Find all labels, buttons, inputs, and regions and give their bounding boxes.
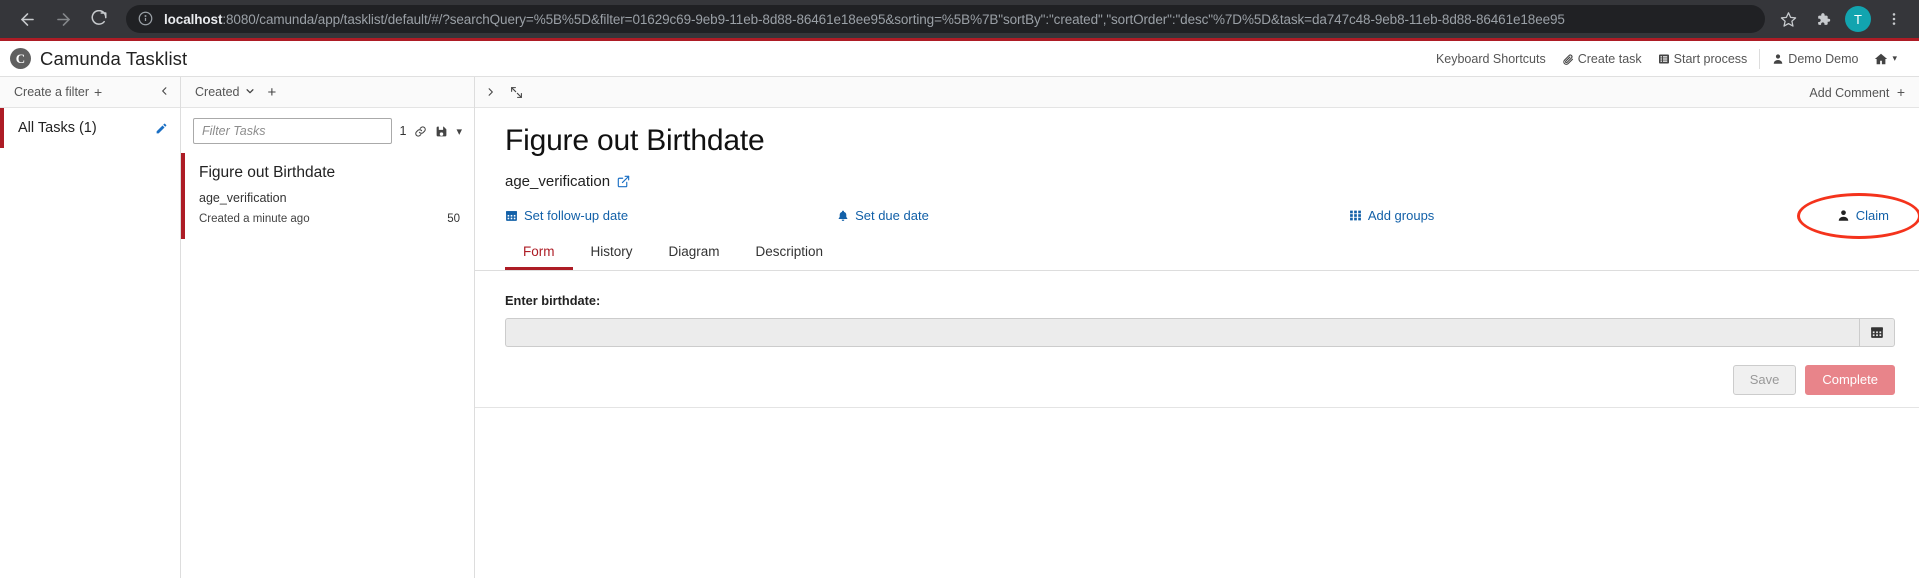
task-filter-row: 1 ▾ xyxy=(181,108,474,153)
create-filter-label[interactable]: Create a filter xyxy=(14,85,89,99)
sort-label[interactable]: Created xyxy=(195,85,239,99)
complete-button[interactable]: Complete xyxy=(1805,364,1895,395)
reload-icon[interactable] xyxy=(82,2,116,36)
set-due-date-label: Set due date xyxy=(855,207,929,223)
plus-icon: + xyxy=(1896,84,1905,100)
link-icon[interactable] xyxy=(414,125,427,138)
save-filter-icon[interactable] xyxy=(435,125,448,138)
list-item[interactable]: Figure out Birthdate age_verification Cr… xyxy=(181,153,474,239)
add-sort-icon[interactable]: + xyxy=(267,84,276,101)
claim-label: Claim xyxy=(1855,207,1889,223)
task-meta: Created a minute ago 50 xyxy=(199,213,460,225)
search-input[interactable] xyxy=(193,118,392,144)
task-detail-header: Add Comment + xyxy=(475,77,1919,108)
star-icon[interactable] xyxy=(1773,4,1803,34)
chevron-right-icon[interactable] xyxy=(485,85,496,99)
forward-icon[interactable] xyxy=(46,2,80,36)
puzzle-piece-icon[interactable] xyxy=(1807,4,1837,34)
chevron-down-icon[interactable] xyxy=(245,86,255,98)
task-created: Created a minute ago xyxy=(199,213,310,225)
task-action-row: Set follow-up date Set due date Add grou… xyxy=(505,192,1919,239)
process-definition-link[interactable]: age_verification xyxy=(505,173,630,190)
task-list-header: Created + xyxy=(181,77,474,108)
address-bar[interactable]: localhost:8080/camunda/app/tasklist/defa… xyxy=(126,5,1765,33)
url-path: :8080/camunda/app/tasklist/default/#/?se… xyxy=(222,11,1565,27)
set-follow-up-date-label: Set follow-up date xyxy=(524,207,629,223)
result-count: 1 xyxy=(399,124,407,138)
task-form: Enter birthdate: Save Complete xyxy=(475,271,1919,408)
create-task-button[interactable]: Create task xyxy=(1554,52,1650,66)
create-task-label: Create task xyxy=(1577,51,1642,66)
birthdate-input[interactable] xyxy=(505,317,1859,347)
task-detail-tabs: Form History Diagram Description xyxy=(475,237,1919,271)
browser-toolbar: localhost:8080/camunda/app/tasklist/defa… xyxy=(0,0,1919,38)
page-title: Camunda Tasklist xyxy=(40,47,188,69)
pencil-icon[interactable] xyxy=(155,122,168,135)
grid-icon xyxy=(1349,209,1362,222)
calendar-picker-button[interactable] xyxy=(1859,317,1895,347)
task-heading: Figure out Birthdate xyxy=(505,124,765,157)
form-divider xyxy=(475,406,1919,408)
tab-description[interactable]: Description xyxy=(738,237,842,270)
set-follow-up-date-button[interactable]: Set follow-up date xyxy=(505,208,628,223)
task-detail-body: Figure out Birthdate age_verification Se… xyxy=(475,108,1919,271)
task-detail-panel: Add Comment + Figure out Birthdate age_v… xyxy=(475,77,1919,578)
tab-form[interactable]: Form xyxy=(505,237,573,270)
start-process-label: Start process xyxy=(1673,51,1748,66)
keyboard-shortcuts-label: Keyboard Shortcuts xyxy=(1435,51,1546,66)
save-button[interactable]: Save xyxy=(1732,364,1797,395)
bell-icon xyxy=(837,209,849,222)
paperclip-icon xyxy=(1562,53,1574,65)
task-process-key: age_verification xyxy=(199,191,287,205)
app-header: C Camunda Tasklist Keyboard Shortcuts Cr… xyxy=(0,41,1919,77)
birthdate-field-label: Enter birthdate: xyxy=(505,292,601,308)
user-icon xyxy=(1772,53,1784,65)
task-list-panel: Created + 1 ▾ Figure out Birthdate age_v… xyxy=(181,77,475,578)
calendar-icon xyxy=(505,209,518,222)
add-groups-label: Add groups xyxy=(1367,207,1435,223)
tab-history[interactable]: History xyxy=(573,237,651,270)
chevron-down-icon: ▾ xyxy=(1892,53,1897,63)
profile-avatar[interactable]: T xyxy=(1845,6,1871,32)
main-layout: Create a filter + All Tasks (1) Created … xyxy=(0,77,1919,578)
external-link-icon[interactable] xyxy=(617,175,630,188)
header-actions: Keyboard Shortcuts Create task Start pro… xyxy=(1428,48,1905,69)
task-title: Figure out Birthdate xyxy=(199,164,336,181)
header-divider xyxy=(1759,48,1761,69)
home-menu-button[interactable]: ▾ xyxy=(1866,52,1905,66)
url-host: localhost xyxy=(164,11,223,27)
three-dots-vertical-icon[interactable] xyxy=(1879,4,1909,34)
sidebar-item-all-tasks[interactable]: All Tasks (1) xyxy=(0,108,180,148)
camunda-logo-icon: C xyxy=(10,48,31,69)
collapse-filters-icon[interactable] xyxy=(159,84,170,100)
task-priority: 50 xyxy=(447,213,460,225)
claim-button[interactable]: Claim xyxy=(1796,192,1919,239)
user-name-label: Demo Demo xyxy=(1788,51,1859,66)
birthdate-field-row xyxy=(505,317,1895,347)
brand[interactable]: C Camunda Tasklist xyxy=(10,48,187,70)
add-groups-button[interactable]: Add groups xyxy=(1349,207,1435,223)
add-comment-label: Add Comment xyxy=(1809,86,1890,100)
back-icon[interactable] xyxy=(10,2,44,36)
set-due-date-button[interactable]: Set due date xyxy=(837,208,929,223)
create-filter-plus-icon[interactable]: + xyxy=(94,84,102,100)
filter-sidebar: Create a filter + All Tasks (1) xyxy=(0,77,181,578)
home-icon xyxy=(1874,52,1888,66)
site-info-icon[interactable] xyxy=(138,11,154,27)
tab-diagram[interactable]: Diagram xyxy=(651,237,738,270)
add-comment-button[interactable]: Add Comment + xyxy=(1809,84,1905,100)
browser-actions: T xyxy=(1773,4,1909,34)
filter-label: All Tasks (1) xyxy=(18,120,97,136)
user-solid-icon xyxy=(1837,209,1850,222)
process-key-label: age_verification xyxy=(505,172,611,190)
list-alt-icon xyxy=(1658,53,1670,65)
start-process-button[interactable]: Start process xyxy=(1650,52,1756,66)
chevron-down-icon[interactable]: ▾ xyxy=(456,125,462,138)
filter-sidebar-header: Create a filter + xyxy=(0,77,180,108)
keyboard-shortcuts-button[interactable]: Keyboard Shortcuts xyxy=(1428,52,1554,66)
expand-arrows-icon[interactable] xyxy=(510,86,523,99)
user-menu-button[interactable]: Demo Demo xyxy=(1764,52,1866,66)
url-text: localhost:8080/camunda/app/tasklist/defa… xyxy=(164,12,1565,27)
form-action-buttons: Save Complete xyxy=(505,364,1895,407)
